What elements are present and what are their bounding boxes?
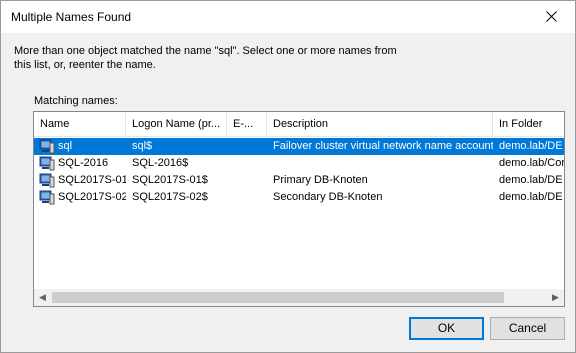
list-header: Name Logon Name (pr... E-... Description… — [34, 112, 564, 137]
cell-description: Failover cluster virtual network name ac… — [273, 140, 493, 152]
computer-icon — [39, 173, 55, 188]
cell-logon: SQL2017S-01$ — [132, 174, 208, 186]
cell-description — [273, 155, 493, 172]
computer-icon — [39, 139, 55, 154]
list-item[interactable]: SQL2017S-02 SQL2017S-02$ Secondary DB-Knot… — [34, 189, 564, 206]
cell-description: Secondary DB-Knoten — [273, 191, 383, 203]
multiple-names-dialog: Multiple Names Found More than one objec… — [0, 0, 576, 353]
close-icon — [546, 11, 557, 22]
title-bar: Multiple Names Found — [1, 1, 575, 33]
list-item[interactable]: SQL2017S-01 SQL2017S-01$ Primary DB-Knoten… — [34, 172, 564, 189]
cancel-button[interactable]: Cancel — [490, 317, 565, 340]
close-button[interactable] — [529, 1, 575, 32]
computer-icon — [39, 190, 55, 205]
dialog-message: More than one object matched the name "s… — [14, 45, 397, 71]
column-header-description[interactable]: Description — [267, 112, 493, 136]
cell-email — [233, 172, 267, 189]
cell-description: Primary DB-Knoten — [273, 174, 368, 186]
scroll-right-arrow-icon[interactable]: ▶ — [547, 289, 564, 306]
cell-email — [233, 155, 267, 172]
cell-name: sql — [58, 140, 73, 152]
dialog-title: Multiple Names Found — [11, 10, 132, 24]
list-item[interactable]: sql sql$ Failover cluster virtual network … — [34, 138, 564, 155]
cell-name: SQL2017S-01 — [58, 174, 126, 186]
cell-email — [233, 138, 267, 155]
cell-folder: demo.lab/DE — [499, 191, 563, 203]
column-header-name[interactable]: Name — [34, 112, 126, 136]
scroll-left-arrow-icon[interactable]: ◀ — [34, 289, 51, 306]
matching-names-list[interactable]: Name Logon Name (pr... E-... Description… — [33, 111, 565, 307]
cell-logon: SQL2017S-02$ — [132, 191, 208, 203]
horizontal-scrollbar[interactable]: ◀ ▶ — [34, 289, 564, 306]
cell-name: SQL2017S-02 — [58, 191, 126, 203]
column-header-logon-name[interactable]: Logon Name (pr... — [126, 112, 227, 136]
cell-email — [233, 189, 267, 206]
list-item[interactable]: SQL-2016 SQL-2016$ demo.lab/Cor — [34, 155, 564, 172]
column-header-email[interactable]: E-... — [227, 112, 267, 136]
cell-name: SQL-2016 — [58, 157, 109, 169]
column-header-in-folder[interactable]: In Folder — [493, 112, 564, 136]
matching-names-label: Matching names: — [34, 95, 118, 107]
scrollbar-thumb[interactable] — [52, 292, 504, 303]
computer-icon — [39, 156, 55, 171]
ok-button[interactable]: OK — [409, 317, 484, 340]
cell-folder: demo.lab/DE — [499, 174, 563, 186]
cell-folder: demo.lab/DE — [499, 140, 563, 152]
cell-folder: demo.lab/Cor — [499, 157, 564, 169]
cell-logon: SQL-2016$ — [132, 157, 189, 169]
cell-logon: sql$ — [132, 140, 153, 152]
